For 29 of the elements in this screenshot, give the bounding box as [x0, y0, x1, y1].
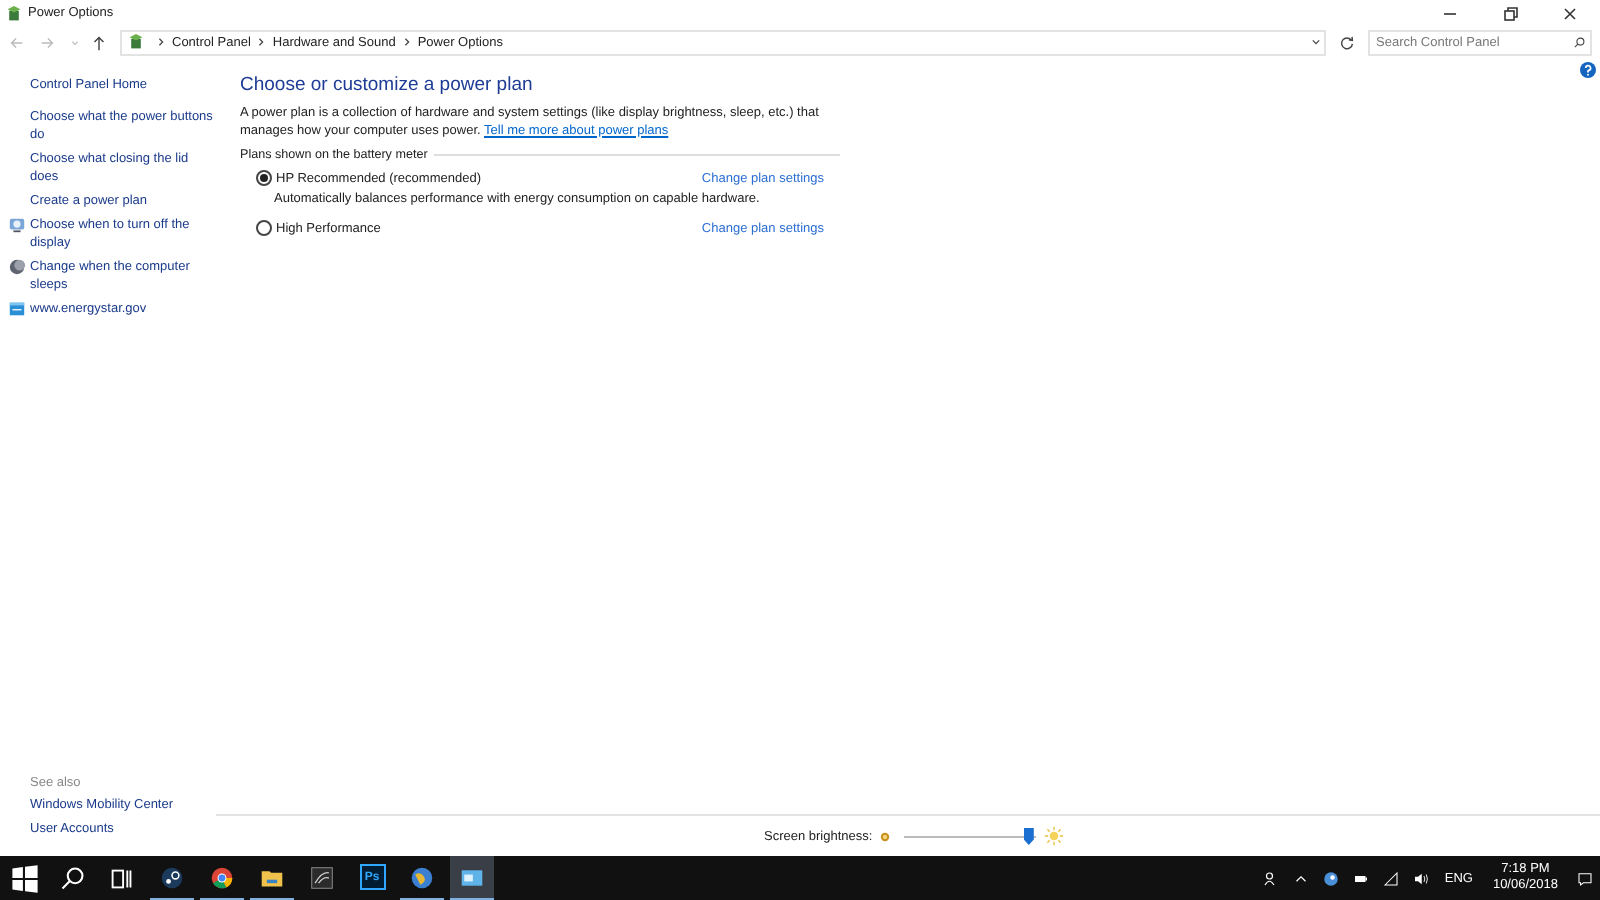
dim-sun-icon — [878, 829, 893, 843]
graphics-app-icon — [310, 865, 334, 889]
web-page-icon — [8, 300, 26, 318]
steam-like-icon — [160, 865, 184, 889]
globe-icon — [410, 865, 434, 889]
moon-icon — [8, 258, 26, 276]
control-panel-icon — [460, 865, 484, 889]
help-icon[interactable] — [1580, 62, 1596, 78]
search-icon — [1572, 35, 1586, 49]
chevron-right-icon — [156, 34, 166, 50]
radio-button[interactable] — [256, 220, 272, 236]
taskbar-app[interactable] — [450, 856, 494, 900]
restore-button[interactable] — [1500, 3, 1520, 23]
monitor-icon — [8, 216, 26, 234]
refresh-icon[interactable] — [1338, 33, 1356, 51]
chevron-right-icon — [401, 34, 412, 50]
steam-like-icon[interactable] — [1322, 869, 1341, 887]
close-button[interactable] — [1560, 3, 1580, 23]
chevron-down-icon[interactable] — [1308, 34, 1324, 50]
page-heading: Choose or customize a power plan — [240, 74, 535, 96]
browser-icon — [210, 865, 234, 889]
bright-sun-icon — [1044, 826, 1065, 846]
radio-button[interactable] — [256, 170, 272, 186]
notifications-icon[interactable] — [1576, 869, 1594, 887]
chevron-right-icon — [256, 34, 267, 50]
up-arrow-icon[interactable] — [90, 33, 108, 51]
brightness-slider[interactable] — [904, 827, 1037, 845]
speaker-icon[interactable] — [1412, 869, 1431, 887]
folder-icon — [260, 865, 284, 889]
